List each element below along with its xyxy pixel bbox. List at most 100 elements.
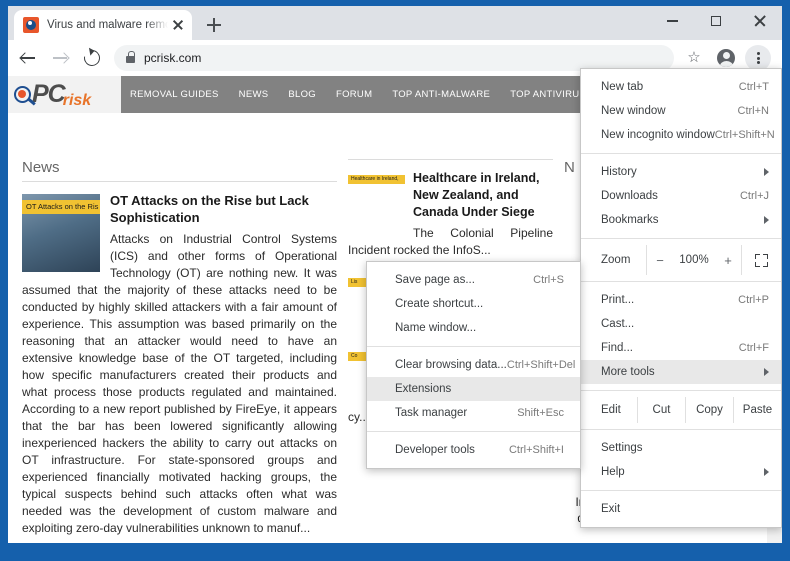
menu-accel: Ctrl+T xyxy=(739,81,769,93)
submenu-item-task-manager[interactable]: Task manager Shift+Esc xyxy=(367,401,580,425)
maximize-icon xyxy=(711,16,721,26)
zoom-label: Zoom xyxy=(581,254,646,266)
submenu-label: Create shortcut... xyxy=(395,298,568,310)
submenu-label: Clear browsing data... xyxy=(395,359,507,371)
menu-item-new-tab[interactable]: New tab Ctrl+T xyxy=(581,75,781,99)
paste-button[interactable]: Paste xyxy=(733,397,781,423)
minimize-icon xyxy=(667,20,678,22)
maximize-button[interactable] xyxy=(694,6,738,36)
browser-tab[interactable]: Virus and malware removal instru xyxy=(14,10,192,40)
url-text: pcrisk.com xyxy=(144,51,201,65)
thumbnail-badge: OT Attacks on the Ris xyxy=(22,200,100,214)
menu-label: Help xyxy=(601,466,756,478)
menu-label: New tab xyxy=(601,81,739,93)
fullscreen-button[interactable] xyxy=(741,245,781,275)
back-button[interactable] xyxy=(14,44,42,72)
nav-item-top-anti-malware[interactable]: TOP ANTI-MALWARE xyxy=(392,89,490,100)
menu-accel: Ctrl+N xyxy=(738,105,769,117)
submenu-item-developer-tools[interactable]: Developer tools Ctrl+Shift+I xyxy=(367,438,580,462)
forward-button[interactable] xyxy=(46,44,74,72)
reload-button[interactable] xyxy=(78,44,106,72)
menu-label: Settings xyxy=(601,442,769,454)
submenu-label: Save page as... xyxy=(395,274,533,286)
submenu-item-save-page-as[interactable]: Save page as... Ctrl+S xyxy=(367,268,580,292)
article-thumbnail[interactable]: OT Attacks on the Ris xyxy=(22,194,100,272)
logo-pc-text: PC xyxy=(32,82,65,107)
submenu-label: Task manager xyxy=(395,407,517,419)
logo-risk-text: risk xyxy=(63,93,91,109)
submenu-item-create-shortcut[interactable]: Create shortcut... xyxy=(367,292,580,316)
arrow-forward-icon xyxy=(52,50,68,66)
star-icon: ☆ xyxy=(686,50,702,66)
menu-label: More tools xyxy=(601,366,756,378)
mid-thumbnail-1[interactable]: Healthcare in Ireland, xyxy=(348,172,405,229)
browser-chrome: Virus and malware removal instru pcrisk.… xyxy=(8,6,782,555)
cut-button[interactable]: Cut xyxy=(637,397,685,423)
menu-label: Downloads xyxy=(601,190,740,202)
menu-item-help[interactable]: Help xyxy=(581,460,781,484)
news-column-left: News OT Attacks on the Ris OT Attacks on… xyxy=(22,159,337,537)
menu-item-new-window[interactable]: New window Ctrl+N xyxy=(581,99,781,123)
menu-item-settings[interactable]: Settings xyxy=(581,436,781,460)
reload-icon xyxy=(81,47,103,69)
tab-title: Virus and malware removal instru xyxy=(47,19,168,31)
more-tools-submenu: Save page as... Ctrl+S Create shortcut..… xyxy=(366,261,581,469)
menu-label: History xyxy=(601,166,756,178)
chevron-right-icon xyxy=(764,368,769,376)
menu-accel: Ctrl+P xyxy=(738,294,769,306)
submenu-separator xyxy=(367,346,580,347)
submenu-item-extensions[interactable]: Extensions xyxy=(367,377,580,401)
window-frame: Virus and malware removal instru pcrisk.… xyxy=(0,0,790,561)
menu-label: New window xyxy=(601,105,738,117)
news-article-mid-1: Healthcare in Ireland, Healthcare in Ire… xyxy=(348,170,553,259)
mid-article-body-1: The Colonial Pipeline Incident rocked th… xyxy=(348,225,553,259)
tab-strip: Virus and malware removal instru xyxy=(8,6,782,40)
submenu-accel: Ctrl+S xyxy=(533,274,568,286)
article-body: Attacks on Industrial Control Systems (I… xyxy=(22,231,337,537)
menu-label: Bookmarks xyxy=(601,214,756,226)
copy-button[interactable]: Copy xyxy=(685,397,733,423)
submenu-accel: Ctrl+Shift+Del xyxy=(507,359,579,371)
nav-item-forum[interactable]: FORUM xyxy=(336,89,372,100)
menu-separator xyxy=(581,390,781,391)
site-logo[interactable]: PC risk xyxy=(8,76,121,113)
nav-item-news[interactable]: NEWS xyxy=(239,89,269,100)
submenu-separator xyxy=(367,431,580,432)
menu-label: New incognito window xyxy=(601,129,715,141)
menu-label: Find... xyxy=(601,342,739,354)
menu-item-cast[interactable]: Cast... xyxy=(581,312,781,336)
submenu-item-clear-browsing-data[interactable]: Clear browsing data... Ctrl+Shift+Del xyxy=(367,353,580,377)
menu-separator xyxy=(581,238,781,239)
menu-item-more-tools[interactable]: More tools xyxy=(581,360,781,384)
edit-label: Edit xyxy=(581,404,637,416)
zoom-out-button[interactable]: − xyxy=(647,253,673,268)
nav-item-removal-guides[interactable]: REMOVAL GUIDES xyxy=(130,89,219,100)
close-tab-icon[interactable] xyxy=(170,17,186,33)
news-heading: News xyxy=(22,159,337,182)
mid-thumbnail-badge-1: Healthcare in Ireland, xyxy=(348,175,405,184)
new-tab-button[interactable] xyxy=(204,15,224,35)
submenu-item-name-window[interactable]: Name window... xyxy=(367,316,580,340)
zoom-value: 100% xyxy=(673,254,715,266)
minimize-button[interactable] xyxy=(650,6,694,36)
menu-label: Print... xyxy=(601,294,738,306)
menu-item-history[interactable]: History xyxy=(581,160,781,184)
close-window-button[interactable] xyxy=(738,6,782,36)
chevron-right-icon xyxy=(764,216,769,224)
three-dots-icon xyxy=(750,50,766,66)
menu-item-print[interactable]: Print... Ctrl+P xyxy=(581,288,781,312)
menu-item-downloads[interactable]: Downloads Ctrl+J xyxy=(581,184,781,208)
nav-item-blog[interactable]: BLOG xyxy=(288,89,316,100)
menu-item-bookmarks[interactable]: Bookmarks xyxy=(581,208,781,232)
menu-item-new-incognito-window[interactable]: New incognito window Ctrl+Shift+N xyxy=(581,123,781,147)
menu-accel: Ctrl+Shift+N xyxy=(715,129,775,141)
menu-item-find[interactable]: Find... Ctrl+F xyxy=(581,336,781,360)
avatar-icon xyxy=(717,49,735,67)
menu-separator xyxy=(581,490,781,491)
zoom-in-button[interactable]: + xyxy=(715,253,741,268)
menu-item-edit: Edit Cut Copy Paste xyxy=(581,397,781,423)
menu-label: Cast... xyxy=(601,318,769,330)
menu-item-exit[interactable]: Exit xyxy=(581,497,781,521)
zoom-controls: − 100% + xyxy=(646,245,741,275)
submenu-accel: Shift+Esc xyxy=(517,407,568,419)
